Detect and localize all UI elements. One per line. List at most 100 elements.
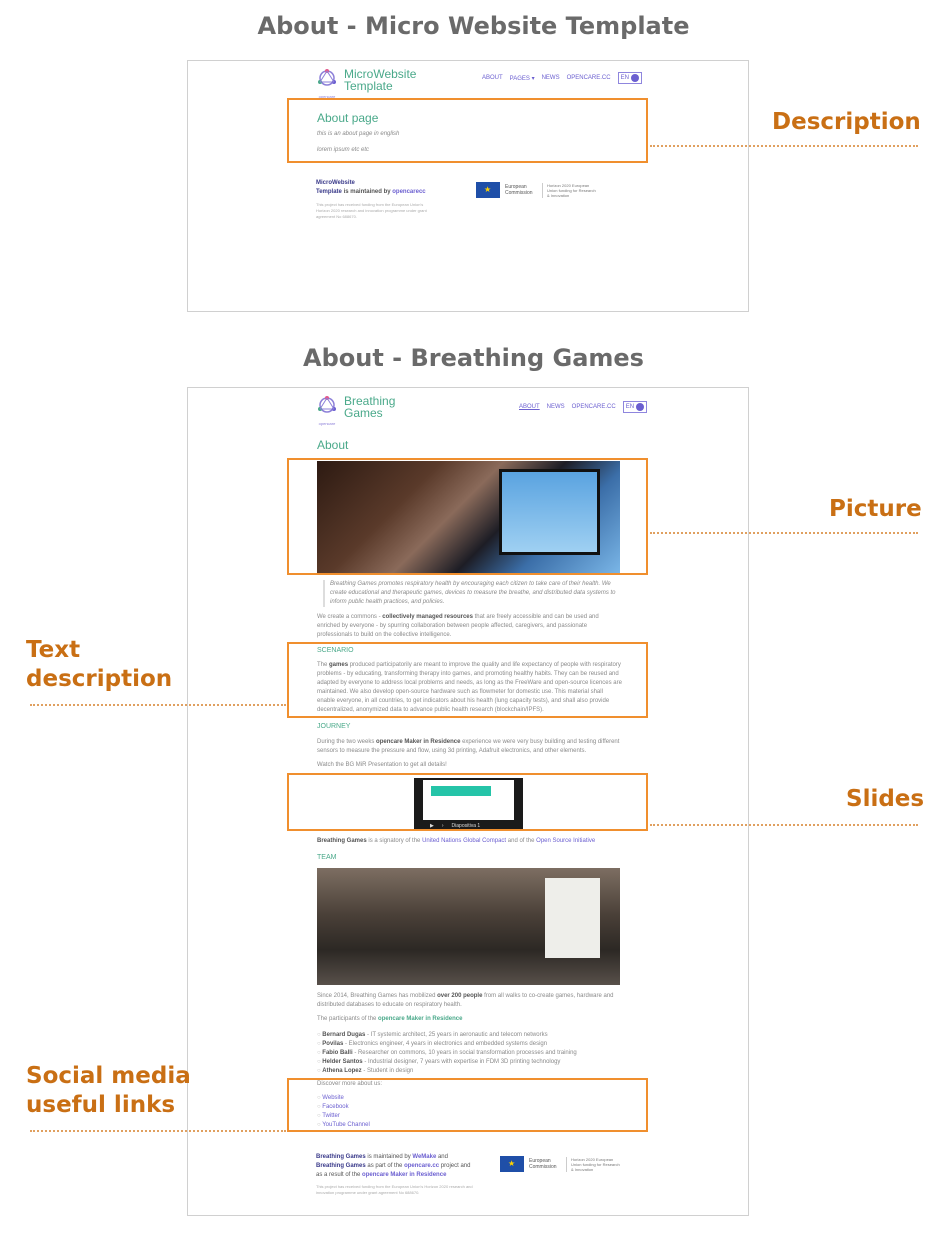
signatory-mid: is a signatory of the — [368, 838, 421, 844]
nav-about[interactable]: ABOUT — [519, 404, 540, 410]
participant-name: Athena Lopez — [322, 1068, 362, 1074]
text-description-callout-line2: description — [26, 666, 173, 692]
list-item: Athena Lopez - Student in design — [317, 1067, 617, 1076]
social-links-leader-line — [30, 1130, 286, 1132]
social-links-callout-line1: Social media — [26, 1063, 191, 1089]
micro-logo[interactable]: opencare — [316, 67, 338, 99]
participants-pre: The participants of the — [317, 1016, 377, 1022]
bg-nav: ABOUT NEWS OPENCARE.CC EN — [519, 401, 648, 413]
text-description-callout: Text description — [26, 636, 172, 694]
footer-line-3: as a result of the opencare Maker in Res… — [316, 1171, 486, 1180]
nav-news[interactable]: NEWS — [547, 404, 565, 410]
globe-icon — [636, 403, 645, 411]
social-links-highlight-box — [287, 1078, 648, 1132]
commons-bold: collectively managed resources — [382, 614, 473, 620]
eu-flag-icon — [500, 1156, 524, 1172]
social-links-callout: Social media useful links — [26, 1062, 191, 1120]
text-description-highlight-box — [287, 642, 648, 718]
footer-line-1: Breathing Games is maintained by WeMake … — [316, 1153, 486, 1162]
footer-end-2: project and — [440, 1163, 471, 1169]
description-highlight-box — [287, 98, 648, 163]
description-callout: Description — [772, 109, 921, 135]
participant-desc: - Student in design — [363, 1068, 414, 1074]
micro-section-title: About - Micro Website Template — [257, 12, 690, 40]
nav-news[interactable]: NEWS — [542, 75, 560, 81]
eu-label: European Commission — [529, 1158, 557, 1170]
participant-desc: - Electronics engineer, 4 years in elect… — [344, 1041, 548, 1047]
nav-opencare[interactable]: OPENCARE.CC — [567, 75, 611, 81]
footer-bold-2: Breathing Games — [316, 1163, 366, 1169]
footer-maintained-prefix: Template — [316, 189, 342, 195]
footer-bold-1: Breathing Games — [316, 1154, 366, 1160]
un-global-compact-link[interactable]: United Nations Global Compact — [422, 838, 506, 844]
language-switcher[interactable]: EN — [617, 72, 642, 84]
bg-footer-funding: This project has received funding from t… — [316, 1184, 473, 1195]
micro-footer-maintained: MicroWebsite Template is maintained by o… — [316, 179, 446, 197]
picture-callout: Picture — [829, 496, 922, 522]
text-description-leader-line — [30, 704, 286, 706]
list-item: Bernard Dugas - IT systemic architect, 2… — [317, 1031, 617, 1040]
eu-label: European Commission — [505, 184, 533, 196]
bg-page-heading: About — [317, 438, 349, 452]
since-pre: Since 2014, Breathing Games has mobilize… — [317, 993, 436, 999]
horizon-label: Horizon 2020 European Union funding for … — [566, 1156, 621, 1172]
slides-callout: Slides — [846, 786, 925, 812]
opencare-link[interactable]: opencare.cc — [404, 1163, 439, 1169]
journey-heading: JOURNEY — [317, 723, 351, 730]
nav-about[interactable]: ABOUT — [482, 75, 503, 81]
bg-commons-paragraph: We create a commons - collectively manag… — [317, 613, 622, 640]
footer-maintained-link[interactable]: opencarecc — [392, 189, 425, 195]
participant-name: Bernard Dugas — [322, 1032, 366, 1038]
opencare-logo-icon — [318, 396, 336, 413]
wemake-link[interactable]: WeMake — [412, 1154, 436, 1160]
footer-site-name: MicroWebsite — [316, 180, 355, 186]
list-item: Helder Santos - Industrial designer, 7 y… — [317, 1058, 617, 1067]
since-paragraph: Since 2014, Breathing Games has mobilize… — [317, 992, 622, 1010]
language-label: EN — [625, 404, 635, 410]
nav-opencare[interactable]: OPENCARE.CC — [572, 404, 616, 410]
footer-maintained-mid: is maintained by — [343, 189, 391, 195]
participant-name: Povilas — [322, 1041, 344, 1047]
description-leader-line — [650, 145, 918, 147]
picture-highlight-box — [287, 458, 648, 575]
footer-maintained-line: Template is maintained by opencarecc — [316, 188, 446, 197]
text-description-callout-line1: Text — [26, 637, 81, 663]
participant-desc: - IT systemic architect, 25 years in aer… — [366, 1032, 548, 1038]
flipchart — [545, 878, 600, 958]
micro-site-name[interactable]: MicroWebsite Template — [344, 68, 416, 92]
signatory-line: Breathing Games is a signatory of the Un… — [317, 837, 622, 846]
slides-leader-line — [650, 824, 918, 826]
participant-desc: - Researcher on commons, 10 years in soc… — [354, 1050, 577, 1056]
slides-highlight-box — [287, 773, 648, 831]
language-label: EN — [620, 75, 629, 81]
open-source-initiative-link[interactable]: Open Source Initiative — [536, 838, 595, 844]
footer-mid-2: as part of the — [367, 1163, 403, 1169]
list-item: Fabio Balli - Researcher on commons, 10 … — [317, 1049, 617, 1058]
opencare-logo-icon — [318, 69, 336, 86]
eu-flag-icon — [476, 182, 500, 198]
bg-site-name[interactable]: Breathing Games — [344, 395, 404, 419]
signatory-bold: Breathing Games — [317, 838, 367, 844]
participants-intro: The participants of the opencare Maker i… — [317, 1015, 462, 1024]
participants-list: Bernard Dugas - IT systemic architect, 2… — [317, 1031, 617, 1076]
footer-pre-3: as a result of the — [316, 1172, 361, 1178]
participants-bold: opencare Maker in Residence — [378, 1016, 463, 1022]
participant-desc: - Industrial designer, 7 years with expe… — [364, 1059, 561, 1065]
maker-residence-link[interactable]: opencare Maker in Residence — [362, 1172, 446, 1178]
journey-bold: opencare Maker in Residence — [376, 739, 461, 745]
nav-pages[interactable]: PAGES ▾ — [510, 75, 535, 82]
signatory-and: and of the — [507, 838, 535, 844]
social-links-callout-line2: useful links — [26, 1092, 176, 1118]
horizon-label: Horizon 2020 European Union funding for … — [542, 182, 597, 198]
bg-logo[interactable]: opencare — [316, 394, 338, 426]
picture-leader-line — [650, 532, 918, 534]
micro-footer-funding: This project has received funding from t… — [316, 202, 427, 219]
commons-pre: We create a commons - — [317, 614, 381, 620]
footer-line-2: Breathing Games as part of the opencare.… — [316, 1162, 486, 1171]
bg-section-title: About - Breathing Games — [303, 344, 644, 372]
team-heading: TEAM — [317, 854, 337, 861]
language-switcher[interactable]: EN — [622, 401, 648, 413]
since-bold: over 200 people — [437, 993, 483, 999]
bg-quote: Breathing Games promotes respiratory hea… — [323, 580, 620, 607]
watch-presentation-text: Watch the BG MiR Presentation to get all… — [317, 762, 447, 768]
